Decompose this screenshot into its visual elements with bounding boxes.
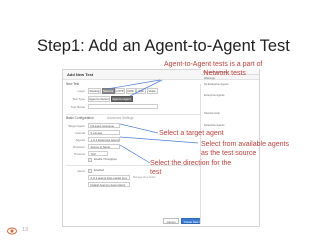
test-type-agent-to-agent[interactable]: Agent to Agent bbox=[110, 96, 133, 102]
preview-line: No Enterprise Agents bbox=[204, 83, 229, 86]
preview-line: Enterprise Agents bbox=[204, 124, 225, 127]
annotation-line: Network tests bbox=[203, 69, 246, 77]
target-agent-select[interactable]: Fill agent hostname bbox=[88, 123, 120, 128]
slide-title: Step1: Add an Agent-to-Agent Test bbox=[37, 37, 290, 55]
agents-select[interactable]: 1 of 2 Enterprise Agents bbox=[88, 137, 120, 142]
preview-line: Enterprise Agents bbox=[204, 94, 225, 97]
test-name-input[interactable] bbox=[88, 104, 158, 109]
alert-rule-1[interactable]: 2 of 3 agents have packet loss bbox=[88, 175, 130, 180]
alerts-label: Alerts bbox=[77, 169, 85, 173]
section-new-test: New Test bbox=[66, 82, 80, 86]
layer-tab-web[interactable]: Web bbox=[136, 88, 146, 94]
layer-tab-http[interactable]: HTTP bbox=[115, 88, 125, 94]
layer-tab-network[interactable]: Network bbox=[101, 88, 115, 94]
protocol-select[interactable]: TCP bbox=[88, 151, 108, 156]
throughput-label: Enable Throughput bbox=[94, 158, 117, 161]
layer-tab-voice[interactable]: Voice bbox=[146, 88, 158, 94]
layer-label: Layer bbox=[77, 89, 85, 93]
agents-label: Agents bbox=[75, 138, 85, 142]
layer-tab-dns[interactable]: DNS bbox=[125, 88, 136, 94]
annotation-a2a: Agent-to-Agent tests is a part of Networ… bbox=[164, 61, 262, 78]
test-name-label: Test Name bbox=[70, 105, 85, 109]
annotation-direction: Select the direction for the test bbox=[150, 160, 231, 177]
alerts-toggle[interactable] bbox=[88, 168, 92, 173]
test-type-agent-to-server[interactable]: Agent to Server bbox=[88, 96, 110, 102]
eye-icon bbox=[7, 227, 17, 235]
protocol-label: Protocol bbox=[73, 152, 85, 156]
annotation-source: Select from available agents as the test… bbox=[201, 141, 289, 158]
section-basic-configuration: Basic Configuration bbox=[66, 116, 94, 120]
annotation-line: Select from available agents bbox=[201, 141, 289, 148]
page-number: 13 bbox=[22, 227, 29, 233]
dialog-title: Add New Test bbox=[67, 71, 94, 77]
alerts-value: Enabled bbox=[94, 169, 104, 172]
cancel-button[interactable]: Cancel bbox=[163, 218, 179, 224]
annotation-line: test bbox=[150, 168, 162, 176]
target-agent-label: Target Agent bbox=[68, 124, 85, 128]
throughput-checkbox[interactable] bbox=[88, 158, 92, 162]
layer-tab-routing[interactable]: Routing bbox=[88, 88, 101, 94]
annotation-line: as the test source bbox=[201, 149, 257, 157]
advanced-settings-link[interactable]: Advanced Settings bbox=[107, 116, 134, 120]
test-type-label: Test Type bbox=[72, 97, 85, 101]
annotation-target: Select a target agent bbox=[159, 130, 224, 139]
preview-line: Network tests bbox=[204, 112, 220, 115]
alert-rule-2[interactable]: Default Agent-to-Agent Alerts bbox=[88, 182, 130, 187]
annotation-line: Agent-to-Agent tests is a part of bbox=[164, 61, 263, 68]
annotation-line: Select the direction for the bbox=[150, 160, 232, 167]
direction-label: Direction bbox=[73, 145, 85, 149]
interval-label: Interval bbox=[75, 131, 85, 135]
interval-select[interactable]: 5 minutes bbox=[88, 130, 120, 135]
direction-select[interactable]: Source to Target bbox=[88, 144, 120, 149]
annotation-line: Select a target agent bbox=[159, 130, 224, 137]
